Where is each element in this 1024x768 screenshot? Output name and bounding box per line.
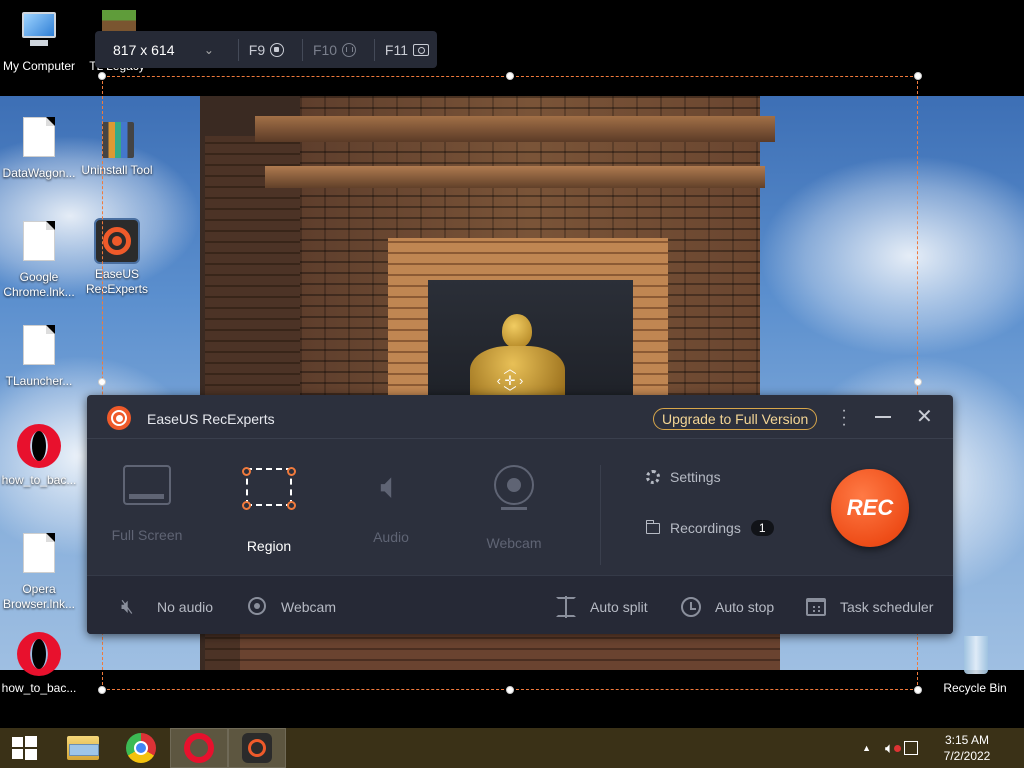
- app-title: EaseUS RecExperts: [147, 411, 275, 427]
- network-icon[interactable]: [904, 741, 918, 755]
- region-icon: [242, 467, 296, 516]
- mode-webcam[interactable]: Webcam: [469, 465, 559, 551]
- recycle-bin-icon: [952, 632, 998, 678]
- system-tray: ▲ 🔈︎ 3:15 AM 7/2/2022: [862, 728, 1024, 768]
- mode-full-screen[interactable]: Full Screen: [102, 465, 192, 543]
- clock[interactable]: 3:15 AM 7/2/2022: [936, 732, 998, 764]
- full-screen-icon: [123, 465, 171, 505]
- chevron-down-icon[interactable]: ⌄: [204, 43, 214, 57]
- hotkey-screenshot[interactable]: F11: [385, 42, 429, 58]
- opera-icon: [16, 632, 62, 678]
- document-icon: [16, 117, 62, 163]
- resize-handle-ne[interactable]: [914, 72, 922, 80]
- upgrade-button[interactable]: Upgrade to Full Version: [653, 408, 818, 430]
- hotkey-record[interactable]: F9: [249, 42, 285, 58]
- easeus-logo-icon: [107, 406, 131, 430]
- document-icon: [16, 325, 62, 371]
- taskbar-file-explorer[interactable]: [54, 728, 112, 768]
- webcam-toggle[interactable]: Webcam: [245, 596, 336, 618]
- gear-icon: [646, 470, 660, 484]
- desktop-icon-my-computer[interactable]: My Computer: [0, 10, 81, 74]
- region-size-label[interactable]: 817 x 614: [113, 42, 204, 58]
- mode-region[interactable]: Region: [224, 465, 314, 554]
- rec-button[interactable]: REC: [831, 469, 909, 547]
- easeus-recexperts-icon: [242, 733, 272, 763]
- webcam-icon: [493, 465, 535, 513]
- pause-icon: [342, 42, 357, 57]
- desktop-icon-datawagon[interactable]: DataWagon...: [0, 114, 81, 181]
- task-scheduler-button[interactable]: Task scheduler: [804, 596, 933, 618]
- resize-handle-sw[interactable]: [98, 686, 106, 694]
- settings-link[interactable]: Settings: [646, 469, 721, 485]
- desktop-icon-opera-browser[interactable]: Opera Browser.lnk...: [0, 530, 81, 612]
- panel-header: EaseUS RecExperts Upgrade to Full Versio…: [87, 395, 953, 439]
- taskbar-chrome[interactable]: [112, 728, 170, 768]
- clock-date: 7/2/2022: [943, 749, 991, 763]
- clock-time: 3:15 AM: [944, 733, 990, 747]
- show-hidden-icons-icon[interactable]: ▲: [862, 743, 871, 753]
- resize-handle-se[interactable]: [914, 686, 922, 694]
- auto-split-button[interactable]: Auto split: [554, 596, 648, 618]
- volume-muted-icon[interactable]: 🔈︎: [885, 740, 901, 757]
- split-icon: [554, 596, 578, 618]
- recorder-panel: EaseUS RecExperts Upgrade to Full Versio…: [87, 395, 953, 634]
- close-icon[interactable]: ✕: [916, 407, 933, 427]
- alarm-clock-icon: [679, 596, 703, 618]
- folder-icon: [645, 519, 660, 534]
- desktop-icon-how-to-back-1[interactable]: how_to_bac...: [0, 424, 81, 488]
- resize-handle-nw[interactable]: [98, 72, 106, 80]
- more-options-icon[interactable]: · · ·: [837, 403, 851, 433]
- document-icon: [16, 533, 62, 579]
- taskbar-easeus[interactable]: [228, 728, 286, 768]
- record-icon: [270, 42, 285, 57]
- no-audio-toggle[interactable]: 🔇︎ No audio: [121, 596, 213, 618]
- desktop-icon-recycle-bin[interactable]: Recycle Bin: [933, 632, 1017, 696]
- resize-handle-e[interactable]: [914, 378, 922, 386]
- screenshot-icon: [413, 43, 429, 56]
- computer-icon: [16, 10, 62, 56]
- opera-icon: [184, 733, 214, 763]
- calendar-icon: [804, 596, 828, 618]
- recordings-count-badge: 1: [750, 520, 774, 536]
- desktop-icon-how-to-back-2[interactable]: how_to_bac...: [0, 632, 81, 696]
- mode-audio[interactable]: 🔈︎ Audio: [346, 465, 436, 545]
- desktop-icon-tlauncher[interactable]: TLauncher...: [0, 322, 81, 389]
- resize-handle-s[interactable]: [506, 686, 514, 694]
- recordings-link[interactable]: Recordings 1: [645, 519, 774, 536]
- document-icon: [16, 221, 62, 267]
- region-size-toolbar: 817 x 614 ⌄ F9 F10 F11: [95, 31, 437, 68]
- opera-icon: [16, 424, 62, 470]
- panel-footer: 🔇︎ No audio Webcam Auto split Auto stop …: [87, 575, 953, 634]
- auto-stop-button[interactable]: Auto stop: [679, 596, 774, 618]
- desktop-icon-google-chrome[interactable]: Google Chrome.lnk...: [0, 218, 81, 300]
- speaker-muted-icon: 🔇︎: [121, 596, 134, 618]
- speaker-icon: 🔈︎: [380, 465, 402, 506]
- windows-logo-icon: [12, 737, 23, 747]
- resize-handle-w[interactable]: [98, 378, 106, 386]
- taskbar: ▲ 🔈︎ 3:15 AM 7/2/2022: [0, 728, 1024, 768]
- file-explorer-icon: [67, 736, 99, 760]
- resize-handle-n[interactable]: [506, 72, 514, 80]
- webcam-icon: [245, 596, 269, 618]
- chrome-icon: [126, 733, 156, 763]
- hotkey-pause[interactable]: F10: [313, 42, 357, 58]
- minimize-icon[interactable]: [875, 416, 891, 418]
- start-button[interactable]: [0, 728, 48, 768]
- taskbar-opera[interactable]: [170, 728, 228, 768]
